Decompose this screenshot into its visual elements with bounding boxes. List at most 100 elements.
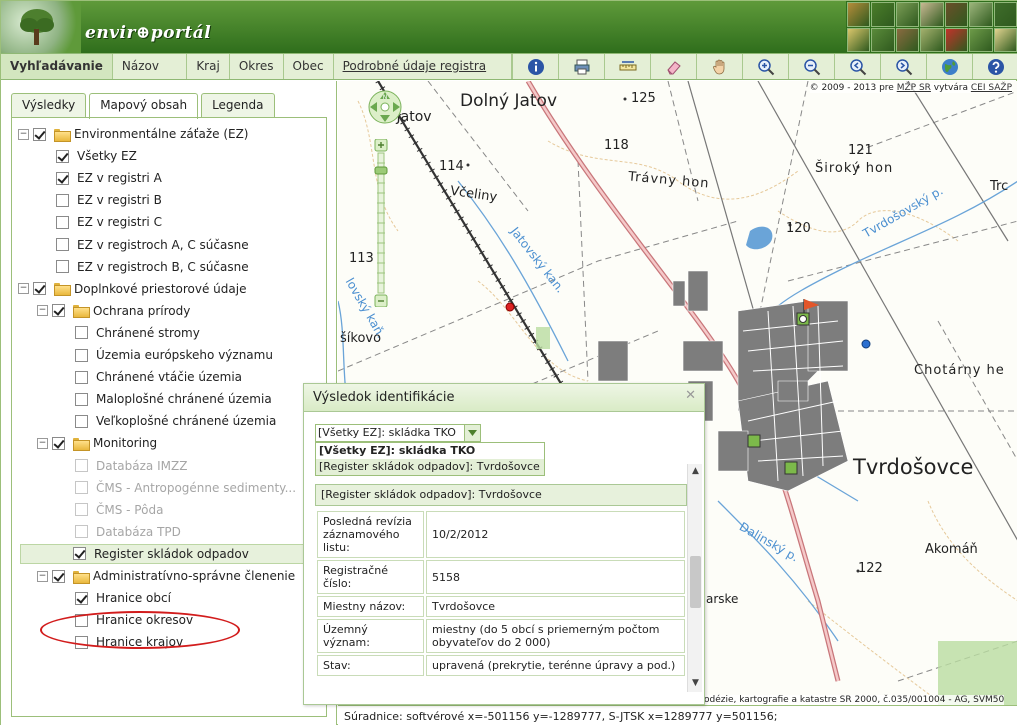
popup-scrollbar[interactable]: ▲ ▼ bbox=[687, 464, 702, 692]
layer-checkbox[interactable] bbox=[75, 635, 88, 649]
layer-item: Hranice okresov bbox=[56, 610, 193, 630]
layer-label[interactable]: EZ v registroch B, C súčasne bbox=[77, 260, 249, 274]
layer-label[interactable]: EZ v registri B bbox=[77, 193, 162, 207]
collapse-toggle-icon[interactable]: − bbox=[37, 437, 48, 449]
zoom-previous-button[interactable] bbox=[834, 54, 880, 79]
dropdown-option[interactable]: [Všetky EZ]: skládka TKO bbox=[316, 443, 544, 459]
layer-label[interactable]: EZ v registroch A, C súčasne bbox=[77, 238, 249, 252]
scroll-thumb[interactable] bbox=[690, 556, 701, 608]
tab-vysledky[interactable]: Výsledky bbox=[11, 93, 87, 117]
layer-label[interactable]: Všetky EZ bbox=[77, 149, 137, 163]
layer-checkbox[interactable] bbox=[56, 260, 69, 274]
popup-content: [Register skládok odpadov]: Tvrdošovce P… bbox=[315, 484, 687, 692]
layer-label[interactable]: Územia európskeho významu bbox=[96, 348, 273, 362]
print-button[interactable] bbox=[558, 54, 604, 79]
header-photo bbox=[993, 27, 1017, 52]
zoom-handle[interactable] bbox=[374, 166, 388, 175]
layer-checkbox[interactable] bbox=[56, 193, 69, 207]
tab-mapovy-obsah[interactable]: Mapový obsah bbox=[89, 93, 199, 119]
layer-checkbox[interactable] bbox=[52, 436, 65, 450]
result-dropdown: [Všetky EZ]: skládka TKO [Register sklád… bbox=[315, 442, 545, 476]
layer-checkbox[interactable] bbox=[56, 149, 69, 163]
layer-label[interactable]: Databáza TPD bbox=[96, 525, 181, 539]
zoom-previous-icon bbox=[849, 58, 866, 75]
menu-kraj[interactable]: Kraj bbox=[187, 54, 230, 79]
layer-checkbox[interactable] bbox=[56, 171, 69, 185]
chevron-down-icon[interactable] bbox=[464, 425, 480, 441]
layer-item: EZ v registri C bbox=[37, 212, 162, 232]
full-extent-button[interactable] bbox=[926, 54, 972, 79]
layer-checkbox[interactable] bbox=[75, 591, 88, 605]
map-label-118: 118 bbox=[604, 138, 629, 153]
layer-checkbox[interactable] bbox=[73, 547, 86, 561]
layer-label[interactable]: Monitoring bbox=[93, 436, 157, 450]
cei-link[interactable]: CEI SAŽP bbox=[971, 83, 1012, 93]
menu-okres[interactable]: Okres bbox=[230, 54, 284, 79]
pan-button[interactable] bbox=[696, 54, 742, 79]
layer-label[interactable]: EZ v registri C bbox=[77, 215, 162, 229]
layer-label[interactable]: Administratívno-správne členenie bbox=[93, 569, 295, 583]
layer-label[interactable]: Hranice krajov bbox=[96, 635, 183, 649]
collapse-toggle-icon[interactable]: − bbox=[18, 128, 29, 140]
layer-checkbox[interactable] bbox=[52, 304, 65, 318]
enviroportal-logo[interactable]: envir⊕portál bbox=[85, 23, 211, 43]
measure-button[interactable] bbox=[604, 54, 650, 79]
layer-label[interactable]: Ochrana prírody bbox=[93, 304, 190, 318]
layer-label[interactable]: Databáza IMZZ bbox=[96, 459, 187, 473]
layer-item: Veľkoplošné chránené územia bbox=[56, 411, 276, 431]
zoom-out-button[interactable] bbox=[788, 54, 834, 79]
collapse-toggle-icon[interactable]: − bbox=[37, 305, 48, 317]
layer-label[interactable]: Hranice obcí bbox=[96, 591, 171, 605]
zoom-next-button[interactable] bbox=[880, 54, 926, 79]
layer-checkbox[interactable] bbox=[33, 282, 46, 296]
layer-checkbox[interactable] bbox=[75, 414, 88, 428]
layer-label[interactable]: Doplnkové priestorové údaje bbox=[74, 282, 246, 296]
layer-label[interactable]: Chránené stromy bbox=[96, 326, 200, 340]
tab-legenda[interactable]: Legenda bbox=[201, 93, 275, 117]
menu-nazov-ez[interactable]: Názov EZ bbox=[113, 54, 188, 98]
result-select[interactable]: [Všetky EZ]: skládka TKO bbox=[315, 424, 481, 442]
layer-checkbox[interactable] bbox=[56, 215, 69, 229]
map-label-125: 125 bbox=[631, 91, 656, 106]
menu-vyhladavanie[interactable]: Vyhľadávanie bbox=[1, 54, 113, 79]
layer-checkbox[interactable] bbox=[75, 370, 88, 384]
close-icon[interactable]: ✕ bbox=[685, 388, 696, 403]
pan-control[interactable]: N bbox=[367, 89, 403, 125]
zoom-slider[interactable] bbox=[374, 139, 388, 307]
layer-item: − Environmentálne záťaže (EZ) bbox=[18, 124, 249, 144]
layer-label[interactable]: Environmentálne záťaže (EZ) bbox=[74, 127, 249, 141]
layer-label[interactable]: Veľkoplošné chránené územia bbox=[96, 414, 276, 428]
layer-checkbox[interactable] bbox=[75, 348, 88, 362]
layer-item: − Ochrana prírody bbox=[37, 301, 190, 321]
menu-podrobne-udaje[interactable]: Podrobné údaje registra EZ bbox=[334, 54, 512, 98]
layer-checkbox[interactable] bbox=[75, 326, 88, 340]
layer-label[interactable]: ČMS - Antropogénne sedimenty... bbox=[96, 481, 296, 495]
collapse-toggle-icon[interactable]: − bbox=[37, 570, 48, 582]
help-button[interactable] bbox=[972, 54, 1017, 79]
mzp-link[interactable]: MŽP SR bbox=[897, 83, 931, 93]
collapse-toggle-icon[interactable]: − bbox=[18, 283, 29, 295]
scroll-down-icon[interactable]: ▼ bbox=[690, 678, 701, 690]
zoom-in-button[interactable] bbox=[742, 54, 788, 79]
left-panel: Výsledky Mapový obsah Legenda − Environme… bbox=[1, 81, 337, 725]
layer-label[interactable]: Maloplošné chránené územia bbox=[96, 392, 272, 406]
dropdown-option[interactable]: [Register skládok odpadov]: Tvrdošovce bbox=[316, 459, 544, 475]
layer-checkbox[interactable] bbox=[75, 392, 88, 406]
layer-label[interactable]: Hranice okresov bbox=[96, 613, 193, 627]
layer-label[interactable]: ČMS - Pôda bbox=[96, 503, 163, 517]
zoom-in-icon bbox=[757, 58, 774, 75]
eraser-button[interactable] bbox=[650, 54, 696, 79]
menu-obec[interactable]: Obec bbox=[284, 54, 334, 79]
layer-label[interactable]: Chránené vtáčie územia bbox=[96, 370, 242, 384]
map-label-arske: arske bbox=[706, 592, 739, 606]
layer-label[interactable]: EZ v registri A bbox=[77, 171, 162, 185]
layer-label[interactable]: Register skládok odpadov bbox=[94, 547, 249, 561]
popup-title[interactable]: Výsledok identifikácie bbox=[304, 384, 704, 412]
layer-checkbox[interactable] bbox=[56, 238, 69, 251]
scroll-up-icon[interactable]: ▲ bbox=[690, 466, 701, 478]
layer-checkbox[interactable] bbox=[33, 127, 46, 141]
header-photo bbox=[895, 2, 920, 27]
layer-checkbox[interactable] bbox=[52, 569, 65, 583]
info-button[interactable] bbox=[512, 54, 558, 79]
layer-checkbox[interactable] bbox=[75, 613, 88, 627]
